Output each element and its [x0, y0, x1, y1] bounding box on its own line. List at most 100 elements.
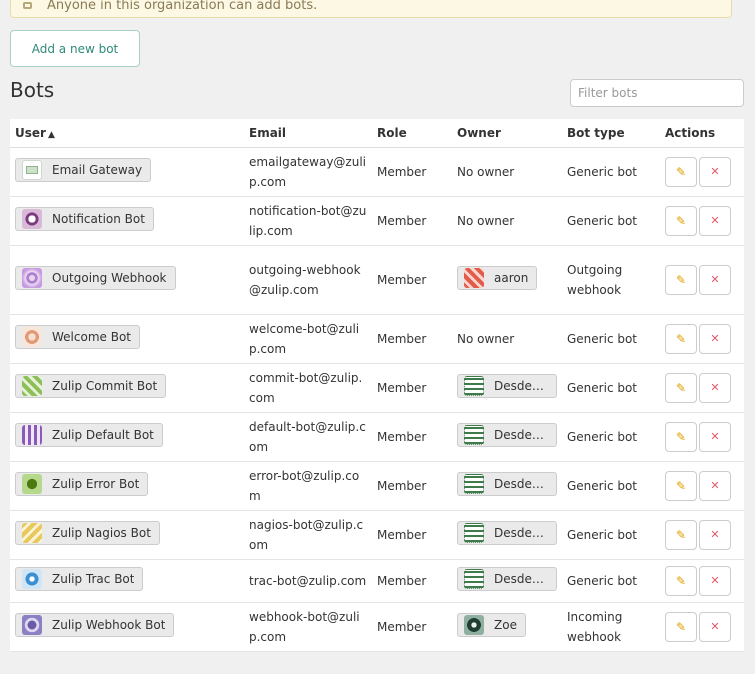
column-header-email[interactable]: Email	[244, 119, 372, 148]
add-bot-button[interactable]: Add a new bot	[10, 30, 140, 67]
notice-icon	[23, 0, 37, 10]
pencil-icon: ✎	[675, 528, 687, 542]
owner-cell: No owner	[452, 314, 562, 364]
role-cell: Member	[372, 245, 452, 315]
edit-bot-button[interactable]: ✎	[665, 471, 697, 501]
bot-avatar	[22, 268, 42, 288]
owner-avatar	[464, 615, 484, 635]
role-cell: Member	[372, 602, 452, 652]
actions-cell: ✎ ✕	[660, 314, 744, 364]
user-cell: Outgoing Webhook	[10, 245, 244, 315]
edit-bot-button[interactable]: ✎	[665, 566, 697, 596]
owner-avatar	[464, 523, 484, 543]
bot-name: Welcome Bot	[52, 330, 131, 344]
user-times-icon: ✕	[710, 430, 720, 443]
bot-user-pill[interactable]: Zulip Commit Bot	[15, 374, 167, 398]
bot-name: Zulip Webhook Bot	[52, 618, 166, 632]
pencil-icon: ✎	[675, 430, 687, 444]
owner-avatar	[464, 569, 484, 589]
user-cell: Zulip Error Bot	[10, 461, 244, 511]
deactivate-bot-button[interactable]: ✕	[699, 265, 731, 295]
bot-name: Zulip Default Bot	[52, 428, 154, 442]
deactivate-bot-button[interactable]: ✕	[699, 471, 731, 501]
bot-user-pill[interactable]: Notification Bot	[15, 207, 154, 231]
email-cell: nagios-bot@zulip.com	[244, 510, 372, 560]
user-times-icon: ✕	[710, 620, 720, 633]
edit-bot-button[interactable]: ✎	[665, 422, 697, 452]
owner-cell: Desdem…	[452, 363, 562, 413]
pencil-icon: ✎	[675, 165, 687, 179]
edit-bot-button[interactable]: ✎	[665, 206, 697, 236]
column-header-bot-type[interactable]: Bot type	[562, 119, 660, 148]
owner-name: Desdem…	[494, 572, 548, 586]
role-cell: Member	[372, 461, 452, 511]
pencil-icon: ✎	[675, 620, 687, 634]
edit-bot-button[interactable]: ✎	[665, 324, 697, 354]
table-row: Notification Bot notification-bot@zulip.c…	[10, 196, 744, 246]
pencil-icon: ✎	[675, 273, 687, 287]
bot-user-pill[interactable]: Outgoing Webhook	[15, 266, 176, 290]
actions-cell: ✎ ✕	[660, 147, 744, 197]
owner-name: aaron	[494, 271, 529, 285]
user-cell: Zulip Nagios Bot	[10, 510, 244, 560]
owner-cell: Desdem…	[452, 559, 562, 603]
bot-user-pill[interactable]: Email Gateway	[15, 158, 152, 182]
email-cell: webhook-bot@zulip.com	[244, 602, 372, 652]
owner-user-pill[interactable]: Desdem…	[457, 567, 557, 591]
owner-user-pill[interactable]: Zoe	[457, 613, 526, 637]
owner-name: Desdem…	[494, 526, 548, 540]
actions-cell: ✎ ✕	[660, 559, 744, 603]
owner-cell: Desdem…	[452, 412, 562, 462]
owner-name: Zoe	[494, 618, 517, 632]
owner-user-pill[interactable]: aaron	[457, 266, 538, 290]
bot-user-pill[interactable]: Zulip Trac Bot	[15, 567, 144, 591]
edit-bot-button[interactable]: ✎	[665, 265, 697, 295]
bot-user-pill[interactable]: Welcome Bot	[15, 325, 140, 349]
bot-user-pill[interactable]: Zulip Webhook Bot	[15, 613, 175, 637]
bot-avatar	[22, 615, 42, 635]
role-cell: Member	[372, 147, 452, 197]
bot-type-cell: Generic bot	[562, 363, 660, 413]
user-cell: Zulip Commit Bot	[10, 363, 244, 413]
bot-avatar	[22, 425, 42, 445]
filter-bots-input[interactable]	[570, 79, 744, 107]
column-header-role[interactable]: Role	[372, 119, 452, 148]
deactivate-bot-button[interactable]: ✕	[699, 422, 731, 452]
deactivate-bot-button[interactable]: ✕	[699, 324, 731, 354]
owner-cell: No owner	[452, 147, 562, 197]
deactivate-bot-button[interactable]: ✕	[699, 520, 731, 550]
edit-bot-button[interactable]: ✎	[665, 157, 697, 187]
owner-user-pill[interactable]: Desdem…	[457, 374, 557, 398]
column-header-actions: Actions	[660, 119, 744, 148]
table-row: Zulip Webhook Bot webhook-bot@zulip.com Me…	[10, 602, 744, 652]
column-header-user[interactable]: User ▲	[10, 119, 244, 148]
user-times-icon: ✕	[710, 273, 720, 286]
actions-cell: ✎ ✕	[660, 363, 744, 413]
email-cell: outgoing-webhook@zulip.com	[244, 245, 372, 315]
edit-bot-button[interactable]: ✎	[665, 373, 697, 403]
deactivate-bot-button[interactable]: ✕	[699, 373, 731, 403]
sort-ascending-icon: ▲	[47, 130, 55, 140]
deactivate-bot-button[interactable]: ✕	[699, 612, 731, 642]
deactivate-bot-button[interactable]: ✕	[699, 566, 731, 596]
column-header-owner[interactable]: Owner	[452, 119, 562, 148]
bot-user-pill[interactable]: Zulip Error Bot	[15, 472, 149, 496]
role-cell: Member	[372, 559, 452, 603]
deactivate-bot-button[interactable]: ✕	[699, 157, 731, 187]
deactivate-bot-button[interactable]: ✕	[699, 206, 731, 236]
email-cell: default-bot@zulip.com	[244, 412, 372, 462]
table-row: Zulip Trac Bot trac-bot@zulip.com Member De…	[10, 559, 744, 603]
actions-cell: ✎ ✕	[660, 602, 744, 652]
owner-user-pill[interactable]: Desdem…	[457, 521, 557, 545]
owner-user-pill[interactable]: Desdem…	[457, 472, 557, 496]
bot-user-pill[interactable]: Zulip Default Bot	[15, 423, 163, 447]
owner-user-pill[interactable]: Desdem…	[457, 423, 557, 447]
actions-cell: ✎ ✕	[660, 510, 744, 560]
edit-bot-button[interactable]: ✎	[665, 520, 697, 550]
notice-text: Anyone in this organization can add bots…	[47, 0, 318, 13]
bot-user-pill[interactable]: Zulip Nagios Bot	[15, 521, 160, 545]
email-cell: commit-bot@zulip.com	[244, 363, 372, 413]
bot-name: Zulip Commit Bot	[52, 379, 158, 393]
edit-bot-button[interactable]: ✎	[665, 612, 697, 642]
actions-cell: ✎ ✕	[660, 461, 744, 511]
